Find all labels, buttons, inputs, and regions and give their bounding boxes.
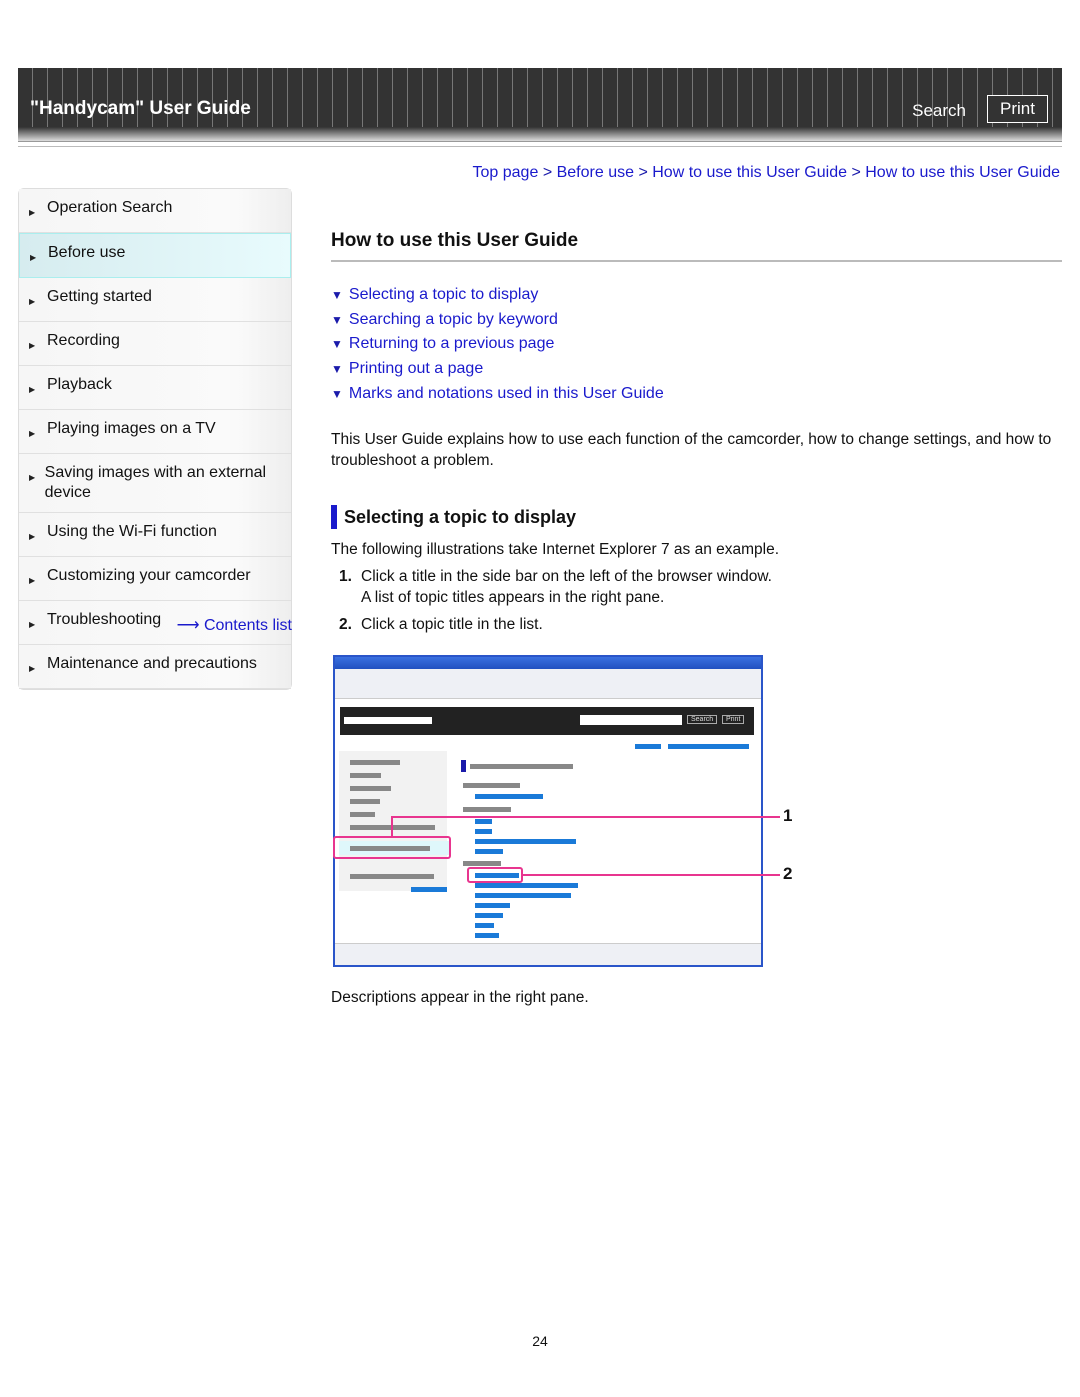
sidebar-item-label: Troubleshooting <box>47 611 162 628</box>
triangle-down-icon: ▼ <box>331 386 343 401</box>
triangle-right-icon: ▶ <box>29 473 36 482</box>
sidebar-item-label: Operation Search <box>47 199 173 216</box>
search-button[interactable]: Search <box>912 101 966 121</box>
sidebar-item[interactable]: ▶ Customizing your camcorder <box>19 557 291 601</box>
section-title: Selecting a topic to display <box>331 505 1062 530</box>
highlight-sidebar-item <box>333 836 451 859</box>
triangle-right-icon: ▶ <box>29 297 36 306</box>
divider <box>18 146 1062 147</box>
sidebar-item[interactable]: ▶ Getting started <box>19 278 291 322</box>
sidebar-item[interactable]: ▶ Before use <box>19 233 291 278</box>
sidebar-item-label: Customizing your camcorder <box>47 567 251 584</box>
breadcrumb: Top page > Before use > How to use this … <box>472 164 1060 181</box>
sidebar-item-label: Saving images with an external device <box>44 464 267 501</box>
steps-list: 1. Click a title in the side bar on the l… <box>331 566 1062 635</box>
callout-2: 2 <box>783 864 793 883</box>
sidebar-item-label: Getting started <box>47 288 152 305</box>
contents-list-link[interactable]: ⟶ Contents list <box>177 615 292 635</box>
toc-list: ▼ Selecting a topic to display ▼ Searching … <box>331 286 1062 409</box>
intro-text: This User Guide explains how to use each… <box>331 431 1052 470</box>
triangle-right-icon: ▶ <box>30 253 37 262</box>
triangle-right-icon: ▶ <box>29 385 36 394</box>
page-title: How to use this User Guide <box>331 230 1062 262</box>
step-1: 1. Click a title in the side bar on the l… <box>339 568 772 607</box>
triangle-down-icon: ▼ <box>331 288 343 302</box>
sidebar-item-label: Using the Wi-Fi function <box>47 523 217 540</box>
sidebar-item[interactable]: ▶ Operation Search <box>19 189 291 233</box>
sidebar-item[interactable]: ▶ Saving images with an external device <box>19 454 291 513</box>
highlight-topic-title <box>467 867 523 883</box>
sidebar-item-label: Before use <box>48 244 126 261</box>
toc-link[interactable]: ▼ Searching a topic by keyword <box>331 311 1062 336</box>
triangle-right-icon: ▶ <box>29 664 36 673</box>
page-number: 24 <box>532 1333 548 1349</box>
triangle-right-icon: ▶ <box>29 341 36 350</box>
breadcrumb-how-to-use[interactable]: How to use this User Guide <box>652 164 847 181</box>
browser-toolbar <box>335 669 761 699</box>
sidebar-item[interactable]: ▶ Playback <box>19 366 291 410</box>
after-text: Descriptions appear in the right pane. <box>331 989 589 1006</box>
toc-link[interactable]: ▼ Marks and notations used in this User G… <box>331 385 1062 410</box>
window-titlebar <box>335 657 761 669</box>
main-content: How to use this User Guide ▼ Selecting a … <box>331 230 1062 641</box>
sidebar-item[interactable]: ▶ Recording <box>19 322 291 366</box>
breadcrumb-current[interactable]: How to use this User Guide <box>865 164 1060 181</box>
triangle-right-icon: ▶ <box>29 429 36 438</box>
step-2: 2. Click a topic title in the list. <box>339 616 543 634</box>
breadcrumb-before-use[interactable]: Before use <box>557 164 634 181</box>
app-title: "Handycam" User Guide <box>30 98 251 119</box>
sidebar-item-label: Playback <box>47 376 112 393</box>
sidebar-item[interactable]: ▶ Maintenance and precautions <box>19 645 291 689</box>
print-button[interactable]: Print <box>987 95 1048 123</box>
illustration-header: Search Print <box>340 707 754 735</box>
triangle-right-icon: ▶ <box>29 620 36 629</box>
triangle-right-icon: ▶ <box>29 532 36 541</box>
triangle-right-icon: ▶ <box>29 576 36 585</box>
sidebar-item[interactable]: ▶ Playing images on a TV <box>19 410 291 454</box>
triangle-down-icon: ▼ <box>331 337 343 352</box>
triangle-right-icon: ▶ <box>29 208 36 217</box>
arrow-right-icon: ⟶ <box>176 617 200 634</box>
toc-link[interactable]: ▼ Printing out a page <box>331 360 1062 385</box>
toc-link[interactable]: ▼ Returning to a previous page <box>331 335 1062 360</box>
callout-1: 1 <box>783 806 793 825</box>
browser-illustration: Search Print <box>333 655 763 967</box>
illustration-print: Print <box>722 715 745 724</box>
triangle-down-icon: ▼ <box>331 312 343 327</box>
sidebar-item-label: Playing images on a TV <box>47 420 216 437</box>
sidebar-item-label: Recording <box>47 332 120 349</box>
toc-link[interactable]: ▼ Selecting a topic to display <box>331 286 1062 311</box>
sidebar-item-label: Maintenance and precautions <box>47 655 257 672</box>
section-intro: The following illustrations take Interne… <box>331 541 780 559</box>
sidebar-item[interactable]: ▶ Using the Wi-Fi function <box>19 513 291 557</box>
breadcrumb-top-page[interactable]: Top page <box>473 164 539 181</box>
header-banner: "Handycam" User Guide Search Print <box>18 68 1062 142</box>
triangle-down-icon: ▼ <box>331 362 343 377</box>
illustration-search: Search <box>687 715 718 724</box>
